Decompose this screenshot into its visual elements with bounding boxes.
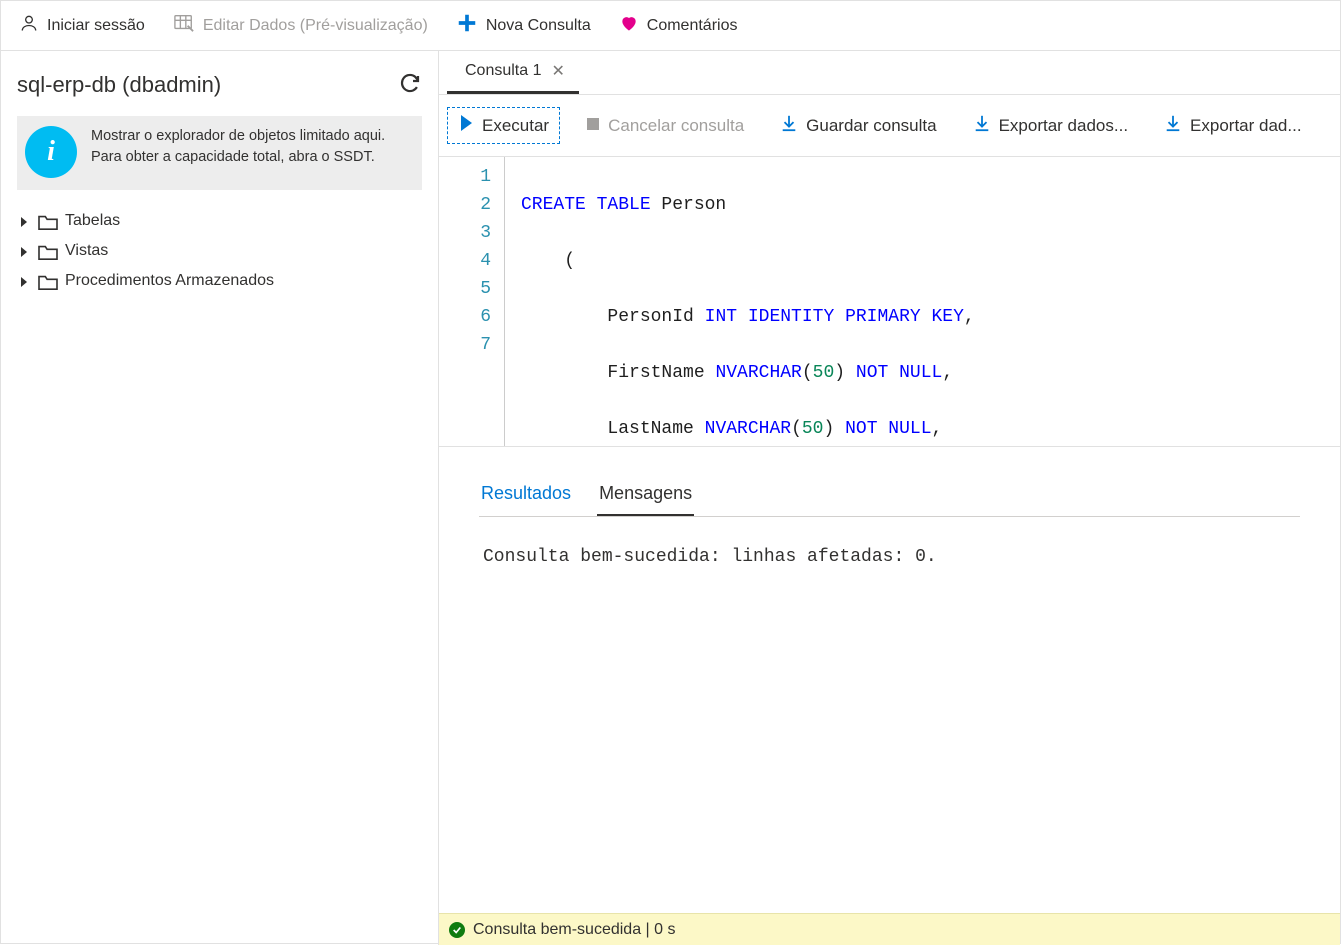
tab-results[interactable]: Resultados xyxy=(479,477,573,516)
line-gutter: 1 2 3 4 5 6 7 xyxy=(439,157,517,446)
run-button[interactable]: Executar xyxy=(447,107,560,144)
info-icon: i xyxy=(25,126,77,178)
folder-icon xyxy=(37,273,57,289)
tree-item-sprocs[interactable]: Procedimentos Armazenados xyxy=(17,266,422,296)
tree-label: Procedimentos Armazenados xyxy=(65,272,274,290)
tree-item-views[interactable]: Vistas xyxy=(17,236,422,266)
stop-icon xyxy=(586,116,600,136)
info-banner: i Mostrar o explorador de objetos limita… xyxy=(17,116,422,190)
download-icon xyxy=(973,114,991,137)
download-icon xyxy=(1164,114,1182,137)
plus-icon xyxy=(456,12,478,39)
db-header: sql-erp-db (dbadmin) xyxy=(17,65,422,116)
refresh-button[interactable] xyxy=(398,71,422,98)
edit-data-label: Editar Dados (Pré-visualização) xyxy=(203,17,428,35)
close-icon[interactable]: ✕ xyxy=(552,61,565,81)
query-toolbar: Executar Cancelar consulta Guardar consu… xyxy=(439,95,1340,157)
tab-label: Consulta 1 xyxy=(465,62,542,80)
new-query-button[interactable]: Nova Consulta xyxy=(456,12,591,39)
caret-right-icon xyxy=(19,216,29,226)
heart-icon xyxy=(619,13,639,38)
feedback-label: Comentários xyxy=(647,17,738,35)
caret-right-icon xyxy=(19,246,29,256)
object-tree: Tabelas Vistas Procedimentos Armazenados xyxy=(17,206,422,296)
sign-in-label: Iniciar sessão xyxy=(47,17,145,35)
play-icon xyxy=(458,114,474,137)
tab-query1[interactable]: Consulta 1 ✕ xyxy=(447,51,579,94)
export-label: Exportar dados... xyxy=(999,116,1128,136)
object-explorer-sidebar: sql-erp-db (dbadmin) i Mostrar o explora… xyxy=(1,51,439,945)
tree-label: Vistas xyxy=(65,242,108,260)
status-bar: Consulta bem-sucedida | 0 s xyxy=(439,913,1340,945)
tree-item-tables[interactable]: Tabelas xyxy=(17,206,422,236)
top-toolbar: Iniciar sessão Editar Dados (Pré-visuali… xyxy=(1,1,1340,51)
status-text: Consulta bem-sucedida | 0 s xyxy=(473,921,675,939)
run-label: Executar xyxy=(482,116,549,136)
save-label: Guardar consulta xyxy=(806,116,936,136)
tab-bar: Consulta 1 ✕ xyxy=(439,51,1340,95)
result-tabs: Resultados Mensagens xyxy=(479,477,1300,517)
person-icon xyxy=(19,13,39,38)
folder-icon xyxy=(37,213,57,229)
info-text: Mostrar o explorador de objetos limitado… xyxy=(91,126,410,178)
sql-editor[interactable]: 1 2 3 4 5 6 7 CREATE TABLE Person ( Pers… xyxy=(439,157,1340,447)
editor-pane: Consulta 1 ✕ Executar Cancelar consulta … xyxy=(439,51,1340,945)
tree-label: Tabelas xyxy=(65,212,120,230)
export-label-2: Exportar dad... xyxy=(1190,116,1302,136)
table-edit-icon xyxy=(173,13,195,38)
caret-right-icon xyxy=(19,276,29,286)
sign-in-button[interactable]: Iniciar sessão xyxy=(19,13,145,38)
success-check-icon xyxy=(449,922,465,938)
code-content[interactable]: CREATE TABLE Person ( PersonId INT IDENT… xyxy=(517,157,975,446)
export-data-button-2[interactable]: Exportar dad... xyxy=(1154,108,1312,143)
download-icon xyxy=(780,114,798,137)
feedback-button[interactable]: Comentários xyxy=(619,13,738,38)
tab-messages[interactable]: Mensagens xyxy=(597,477,694,516)
cancel-label: Cancelar consulta xyxy=(608,116,744,136)
edit-data-button[interactable]: Editar Dados (Pré-visualização) xyxy=(173,13,428,38)
folder-icon xyxy=(37,243,57,259)
database-name: sql-erp-db (dbadmin) xyxy=(17,72,221,98)
new-query-label: Nova Consulta xyxy=(486,17,591,35)
save-query-button[interactable]: Guardar consulta xyxy=(770,108,946,143)
messages-output: Consulta bem-sucedida: linhas afetadas: … xyxy=(479,517,1300,913)
export-data-button[interactable]: Exportar dados... xyxy=(963,108,1138,143)
cancel-button[interactable]: Cancelar consulta xyxy=(576,110,754,142)
results-pane: Resultados Mensagens Consulta bem-sucedi… xyxy=(439,447,1340,913)
